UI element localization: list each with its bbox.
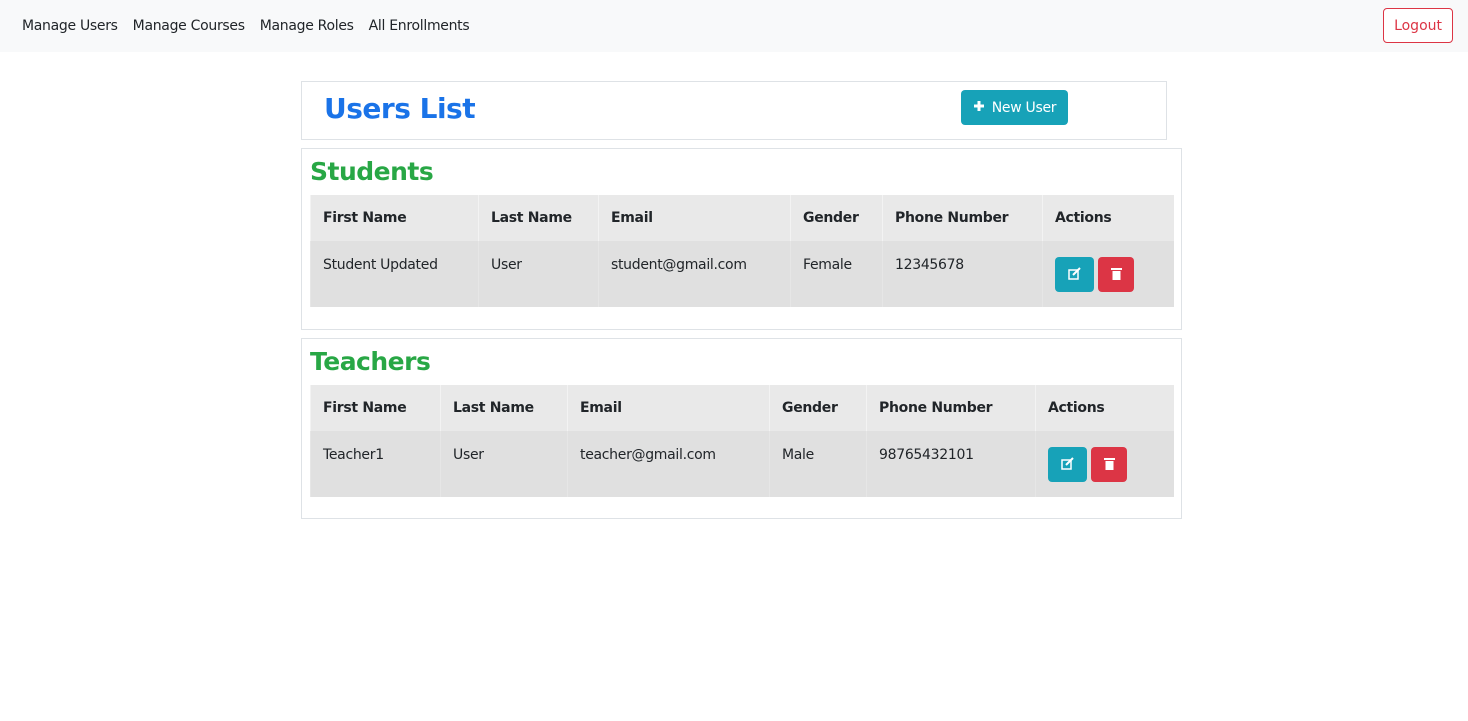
new-user-button[interactable]: New User	[961, 90, 1068, 125]
header-card: Users List New User	[301, 81, 1167, 140]
students-table: First Name Last Name Email Gender Phone …	[310, 195, 1174, 307]
cell-phone: 98765432101	[866, 431, 1036, 497]
col-first-name: First Name	[310, 195, 479, 241]
edit-button[interactable]	[1048, 447, 1087, 482]
edit-icon	[1061, 456, 1074, 473]
nav-all-enrollments[interactable]: All Enrollments	[369, 18, 470, 34]
nav-manage-roles[interactable]: Manage Roles	[260, 18, 354, 34]
col-last-name: Last Name	[478, 195, 599, 241]
new-user-label: New User	[991, 99, 1057, 116]
cell-email: student@gmail.com	[598, 241, 791, 307]
table-header-row: First Name Last Name Email Gender Phone …	[310, 195, 1174, 241]
trash-icon	[1103, 457, 1115, 473]
trash-icon	[1110, 267, 1122, 283]
edit-button[interactable]	[1055, 257, 1094, 292]
cell-gender: Female	[790, 241, 883, 307]
teachers-card: Teachers First Name Last Name Email Gend…	[301, 338, 1182, 519]
top-navbar: Manage Users Manage Courses Manage Roles…	[0, 0, 1468, 52]
col-email: Email	[567, 385, 770, 431]
cell-first-name: Student Updated	[310, 241, 479, 307]
col-first-name: First Name	[310, 385, 441, 431]
col-gender: Gender	[769, 385, 867, 431]
cell-email: teacher@gmail.com	[567, 431, 770, 497]
cell-phone: 12345678	[882, 241, 1043, 307]
logout-button[interactable]: Logout	[1383, 8, 1453, 43]
col-last-name: Last Name	[440, 385, 568, 431]
edit-icon	[1068, 266, 1081, 283]
cell-last-name: User	[478, 241, 599, 307]
delete-button[interactable]	[1091, 447, 1127, 482]
nav-manage-courses[interactable]: Manage Courses	[133, 18, 245, 34]
col-phone: Phone Number	[866, 385, 1036, 431]
col-phone: Phone Number	[882, 195, 1043, 241]
students-card: Students First Name Last Name Email Gend…	[301, 148, 1182, 330]
table-row: Teacher1 User teacher@gmail.com Male 987…	[310, 431, 1174, 497]
cell-last-name: User	[440, 431, 568, 497]
col-actions: Actions	[1035, 385, 1174, 431]
table-row: Student Updated User student@gmail.com F…	[310, 241, 1174, 307]
cell-actions	[1042, 241, 1174, 307]
cell-first-name: Teacher1	[310, 431, 441, 497]
cell-gender: Male	[769, 431, 867, 497]
col-actions: Actions	[1042, 195, 1174, 241]
page-title: Users List	[324, 92, 476, 125]
teachers-table: First Name Last Name Email Gender Phone …	[310, 385, 1174, 497]
cell-actions	[1035, 431, 1174, 497]
col-email: Email	[598, 195, 791, 241]
nav-manage-users[interactable]: Manage Users	[22, 18, 118, 34]
table-header-row: First Name Last Name Email Gender Phone …	[310, 385, 1174, 431]
students-heading: Students	[310, 157, 434, 186]
delete-button[interactable]	[1098, 257, 1134, 292]
teachers-heading: Teachers	[310, 347, 431, 376]
col-gender: Gender	[790, 195, 883, 241]
plus-icon	[973, 100, 985, 116]
